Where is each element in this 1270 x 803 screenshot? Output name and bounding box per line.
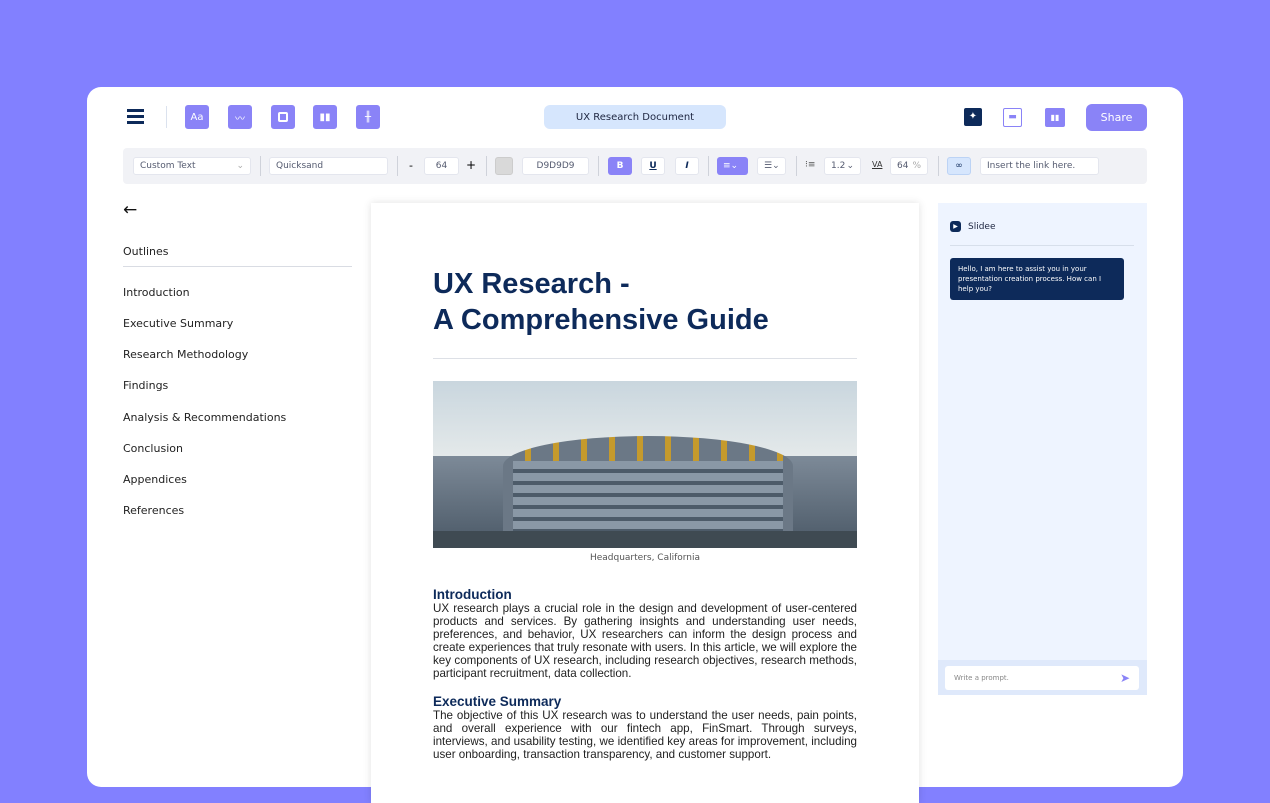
line-height-value: 1.2 — [831, 161, 846, 171]
divider — [433, 358, 857, 359]
underline-button[interactable]: U — [641, 157, 665, 175]
outline-item[interactable]: Analysis & Recommendations — [123, 411, 286, 424]
divider — [796, 156, 797, 176]
increase-size-button[interactable]: + — [466, 158, 476, 172]
title-line: A Comprehensive Guide — [433, 304, 769, 336]
prompt-placeholder: Write a prompt. — [954, 674, 1009, 682]
document-title-field[interactable]: UX Research Document — [544, 105, 726, 129]
prompt-input[interactable]: Write a prompt. ➤ — [945, 666, 1139, 690]
bold-button[interactable]: B — [608, 157, 632, 175]
link-icon[interactable]: ∞ — [947, 157, 971, 175]
menu-icon[interactable] — [127, 109, 144, 124]
table-tool-icon[interactable]: ╫ — [356, 105, 380, 129]
list-dropdown[interactable]: ☰⌄ — [757, 157, 786, 175]
chevron-down-icon: ⌄ — [236, 161, 244, 171]
divider — [950, 245, 1134, 246]
color-swatch[interactable] — [495, 157, 513, 175]
divider — [123, 266, 352, 267]
font-select[interactable]: Quicksand — [269, 157, 388, 175]
divider — [260, 156, 261, 176]
document-title[interactable]: UX Research - A Comprehensive Guide — [433, 266, 769, 338]
italic-button[interactable]: I — [675, 157, 699, 175]
percent-unit: % — [912, 161, 921, 171]
divider — [598, 156, 599, 176]
chevron-down-icon: ⌄ — [846, 161, 854, 171]
shape-tool-icon[interactable] — [271, 105, 295, 129]
outline-item[interactable]: Appendices — [123, 473, 187, 486]
letter-spacing-input[interactable]: 64% — [890, 157, 928, 175]
link-input[interactable]: Insert the link here. — [980, 157, 1099, 175]
align-left-dropdown[interactable]: ≡⌄ — [717, 157, 748, 175]
section-heading: Introduction — [433, 587, 512, 602]
send-icon[interactable]: ➤ — [1120, 671, 1130, 685]
outline-item[interactable]: Executive Summary — [123, 317, 233, 330]
divider — [166, 106, 167, 128]
chat-title: Slidee — [968, 222, 996, 232]
divider — [708, 156, 709, 176]
slidee-logo-icon: ▶ — [950, 221, 961, 232]
assistant-message: Hello, I am here to assist you in your p… — [950, 258, 1124, 300]
text-tool-icon[interactable]: Aa — [185, 105, 209, 129]
image-caption: Headquarters, California — [589, 553, 701, 563]
text-style-value: Custom Text — [140, 161, 196, 171]
headquarters-image[interactable] — [433, 381, 857, 548]
back-arrow-icon[interactable]: ← — [123, 200, 137, 220]
text-style-select[interactable]: Custom Text ⌄ — [133, 157, 251, 175]
image-tool-icon[interactable]: 〰 — [228, 105, 252, 129]
color-hex-input[interactable]: D9D9D9 — [522, 157, 589, 175]
letter-spacing-icon: VA — [872, 160, 883, 169]
outline-item[interactable]: References — [123, 504, 184, 517]
analytics-icon[interactable]: ▮▮ — [1045, 108, 1065, 127]
comment-icon[interactable]: ▬ — [1003, 108, 1022, 127]
line-height-select[interactable]: 1.2 ⌄ — [824, 157, 861, 175]
section-body[interactable]: The objective of this UX research was to… — [433, 709, 857, 761]
letter-spacing-value: 64 — [897, 161, 909, 171]
outline-item[interactable]: Conclusion — [123, 442, 183, 455]
decrease-size-button[interactable]: - — [409, 159, 413, 172]
outline-item[interactable]: Introduction — [123, 286, 190, 299]
line-height-icon: ⁝≡ — [805, 160, 816, 170]
share-button[interactable]: Share — [1086, 104, 1147, 131]
outline-item[interactable]: Research Methodology — [123, 348, 248, 361]
font-size-input[interactable]: 64 — [424, 157, 459, 175]
divider — [486, 156, 487, 176]
divider — [938, 156, 939, 176]
ai-sparkle-icon[interactable]: ✦ — [964, 108, 982, 126]
section-heading: Executive Summary — [433, 694, 562, 709]
outline-item[interactable]: Findings — [123, 379, 168, 392]
title-line: UX Research - — [433, 268, 630, 300]
outlines-heading: Outlines — [123, 245, 169, 258]
divider — [397, 156, 398, 176]
section-body[interactable]: UX research plays a crucial role in the … — [433, 602, 857, 680]
document-page: UX Research - A Comprehensive Guide Head… — [371, 203, 919, 803]
chart-tool-icon[interactable]: ▮▮ — [313, 105, 337, 129]
chat-panel: ▶ Slidee Hello, I am here to assist you … — [938, 203, 1147, 695]
